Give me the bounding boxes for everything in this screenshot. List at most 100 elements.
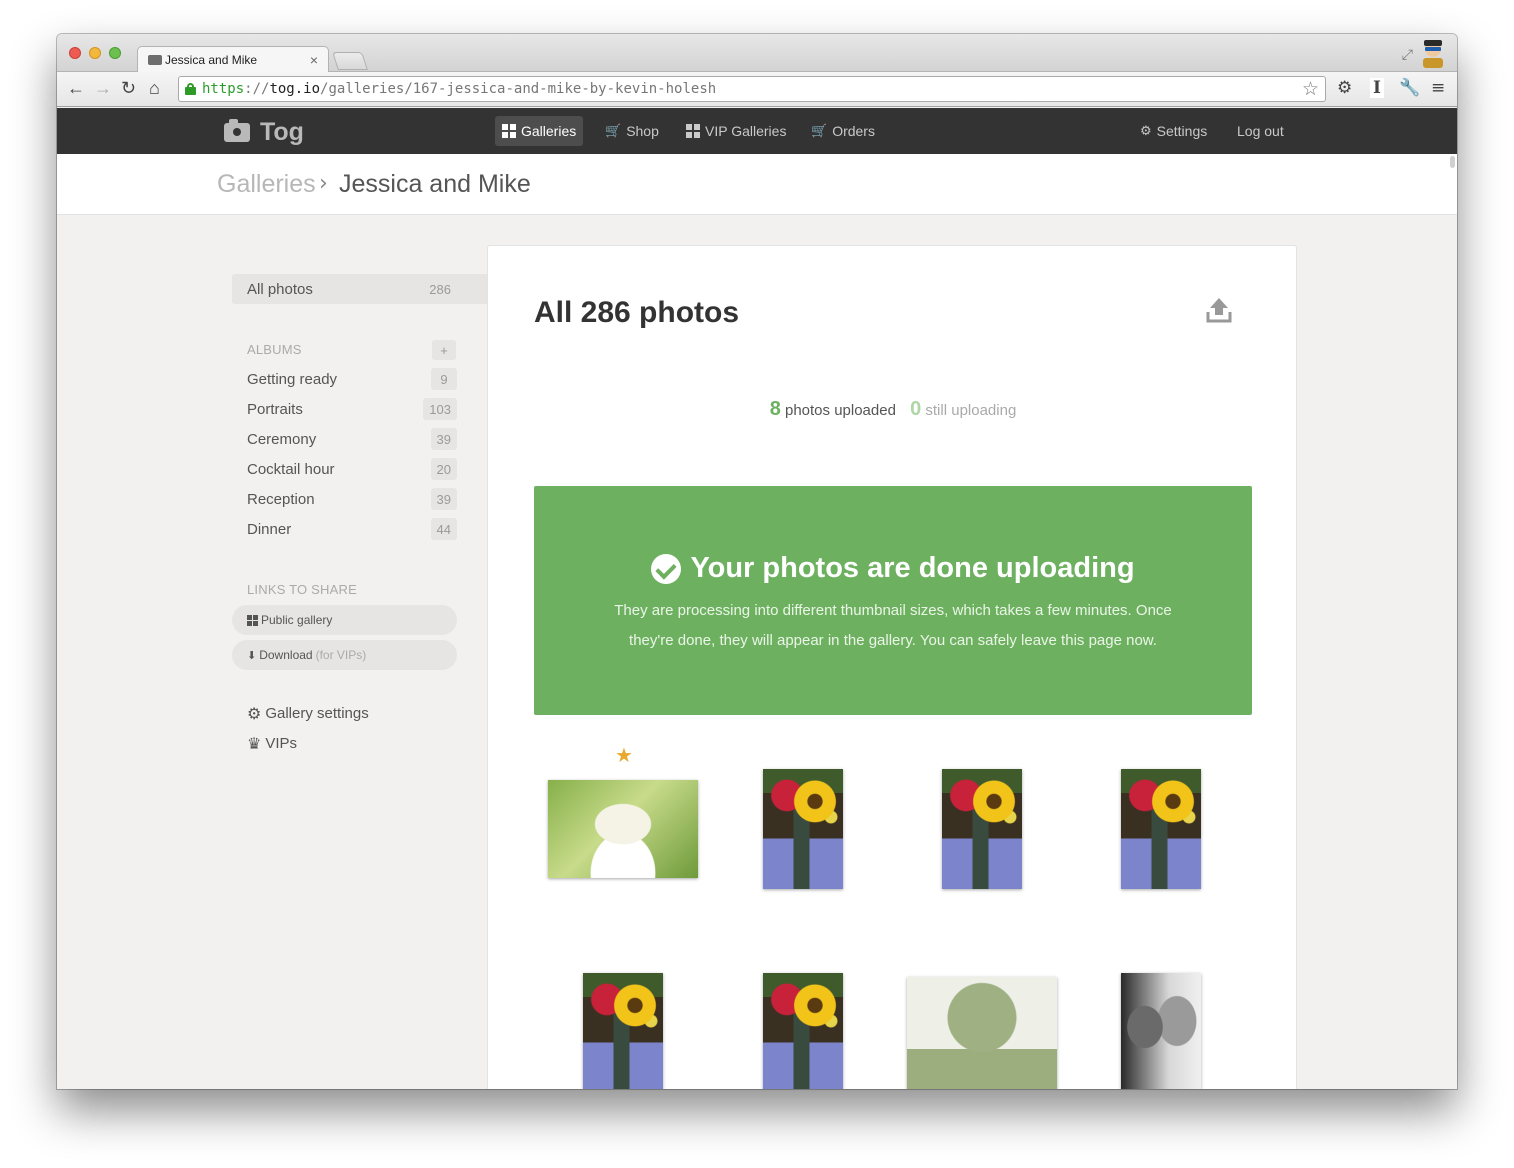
grid-icon [502, 124, 516, 138]
gallery-settings-link[interactable]: ⚙ Gallery settings [247, 704, 369, 723]
favorite-star-icon[interactable]: ★ [615, 743, 633, 767]
sidebar-item-cocktail-hour[interactable]: Cocktail hour 20 [232, 454, 457, 484]
links-heading: LINKS TO SHARE [247, 582, 357, 597]
url-path: /galleries/167-jessica-and-mike-by-kevin… [320, 81, 717, 97]
upload-icon[interactable] [1206, 296, 1232, 324]
nav-shop[interactable]: 🛒 Shop [598, 116, 666, 146]
sidebar-item-dinner[interactable]: Dinner 44 [232, 514, 457, 544]
nav-vip-galleries[interactable]: VIP Galleries [679, 116, 793, 146]
camera-icon [148, 55, 162, 65]
app-logo[interactable]: Tog [224, 118, 304, 147]
url-separator: :// [244, 81, 270, 97]
sidebar-item-reception[interactable]: Reception 39 [232, 484, 457, 514]
count-badge: 103 [423, 398, 457, 420]
upload-status: 8 photos uploaded 0 still uploading [488, 398, 1298, 421]
add-album-button[interactable]: + [432, 340, 456, 360]
photo-thumbnail[interactable] [1121, 973, 1201, 1089]
nav-orders[interactable]: 🛒 Orders [804, 116, 882, 146]
app-navbar: Tog Galleries 🛒 Shop VIP Galleries 🛒 Ord… [57, 108, 1457, 154]
grid-icon [686, 124, 700, 138]
banner-title-text: Your photos are done uploading [690, 552, 1135, 584]
bookmark-star-icon[interactable]: ☆ [1302, 78, 1319, 100]
uploading-label: still uploading [925, 402, 1017, 419]
nav-galleries[interactable]: Galleries [495, 116, 584, 146]
sidebar-item-label: Cocktail hour [247, 460, 335, 478]
nav-settings[interactable]: ⚙ Settings [1133, 116, 1214, 146]
address-bar[interactable]: https :// tog.io /galleries/167-jessica-… [178, 76, 1326, 102]
fullscreen-icon[interactable]: ⤢ [1402, 46, 1413, 63]
nav-shop-label: Shop [626, 123, 659, 139]
public-gallery-label: Public gallery [261, 613, 333, 627]
wrench-icon[interactable]: 🔧 [1399, 78, 1420, 98]
sidebar-item-label: All photos [247, 280, 313, 298]
main-panel: All 286 photos 8 photos uploaded 0 still… [487, 245, 1297, 1089]
sidebar-item-label: Portraits [247, 400, 303, 418]
photo-thumbnail[interactable] [942, 769, 1022, 889]
grid-icon [247, 614, 258, 626]
tab-close-icon[interactable]: × [310, 52, 318, 68]
count-badge: 39 [430, 488, 457, 510]
sidebar-item-getting-ready[interactable]: Getting ready 9 [232, 364, 457, 394]
count-badge: 44 [430, 518, 457, 540]
browser-window: Jessica and Mike × ⤢ ← → ↻ ⌂ https :// t… [57, 34, 1457, 1089]
breadcrumb-galleries[interactable]: Galleries [217, 170, 316, 199]
camera-logo-icon [224, 119, 250, 142]
reload-icon[interactable]: ↻ [121, 78, 136, 98]
new-tab-button[interactable] [332, 52, 368, 70]
uploaded-label: photos uploaded [784, 402, 896, 419]
url-host: tog.io [269, 81, 321, 97]
nav-logout[interactable]: Log out [1230, 116, 1291, 146]
sidebar-item-label: Dinner [247, 520, 292, 538]
sidebar-item-portraits[interactable]: Portraits 103 [232, 394, 457, 424]
banner-title: Your photos are done uploading [534, 552, 1252, 585]
checkmark-icon [651, 553, 682, 584]
minimize-window-button[interactable] [89, 47, 101, 59]
photo-thumbnail[interactable] [763, 973, 843, 1089]
gallery-settings-label: Gallery settings [265, 705, 369, 722]
page-scrollbar[interactable] [1450, 156, 1455, 168]
uploaded-count: 8 [769, 398, 781, 420]
photo-thumbnail[interactable] [1121, 769, 1201, 889]
extension-gear-icon[interactable]: ⚙ [1337, 78, 1352, 98]
tab-strip: Jessica and Mike × ⤢ [57, 34, 1457, 73]
gallery-heading: All 286 photos [534, 296, 740, 329]
cart-icon: 🛒 [811, 123, 828, 139]
nav-orders-label: Orders [832, 123, 875, 139]
instapaper-icon[interactable]: I [1370, 78, 1384, 98]
count-badge: 286 [423, 278, 457, 300]
close-window-button[interactable] [69, 47, 81, 59]
photo-thumbnail[interactable] [907, 977, 1057, 1089]
download-note: (for VIPs) [315, 648, 367, 662]
back-icon[interactable]: ← [67, 78, 85, 98]
nav-logout-label: Log out [1237, 123, 1284, 139]
download-button[interactable]: ⬇ Download (for VIPs) [232, 640, 457, 670]
uploading-count: 0 [910, 398, 922, 420]
zoom-window-button[interactable] [109, 47, 121, 59]
nav-vip-galleries-label: VIP Galleries [705, 123, 787, 139]
upload-complete-banner: Your photos are done uploading They are … [534, 486, 1252, 715]
home-icon[interactable]: ⌂ [149, 78, 160, 98]
nav-galleries-label: Galleries [521, 123, 577, 139]
count-badge: 39 [430, 428, 457, 450]
photo-thumbnail[interactable] [548, 780, 698, 878]
count-badge: 9 [431, 368, 457, 390]
url-scheme: https [202, 81, 245, 97]
menu-icon[interactable]: ≡ [1431, 78, 1445, 98]
sidebar-item-all-photos[interactable]: All photos 286 [232, 274, 457, 304]
count-badge: 20 [430, 458, 457, 480]
photo-thumbnail[interactable] [763, 769, 843, 889]
photo-thumbnail[interactable] [583, 973, 663, 1089]
gear-icon: ⚙ [1140, 123, 1152, 139]
public-gallery-button[interactable]: Public gallery [232, 605, 457, 635]
forward-icon[interactable]: → [94, 78, 112, 98]
browser-tab[interactable]: Jessica and Mike × [137, 46, 329, 73]
cart-icon: 🛒 [605, 123, 622, 139]
profile-avatar-icon[interactable] [1419, 38, 1447, 68]
sidebar-item-ceremony[interactable]: Ceremony 39 [232, 424, 457, 454]
sidebar-item-label: Reception [247, 490, 315, 508]
page-title: Jessica and Mike [339, 170, 531, 198]
vips-link[interactable]: ♛ VIPs [247, 734, 297, 753]
sidebar-item-label: Getting ready [247, 370, 338, 388]
logo-text: Tog [260, 118, 304, 146]
albums-heading: ALBUMS [247, 342, 302, 357]
